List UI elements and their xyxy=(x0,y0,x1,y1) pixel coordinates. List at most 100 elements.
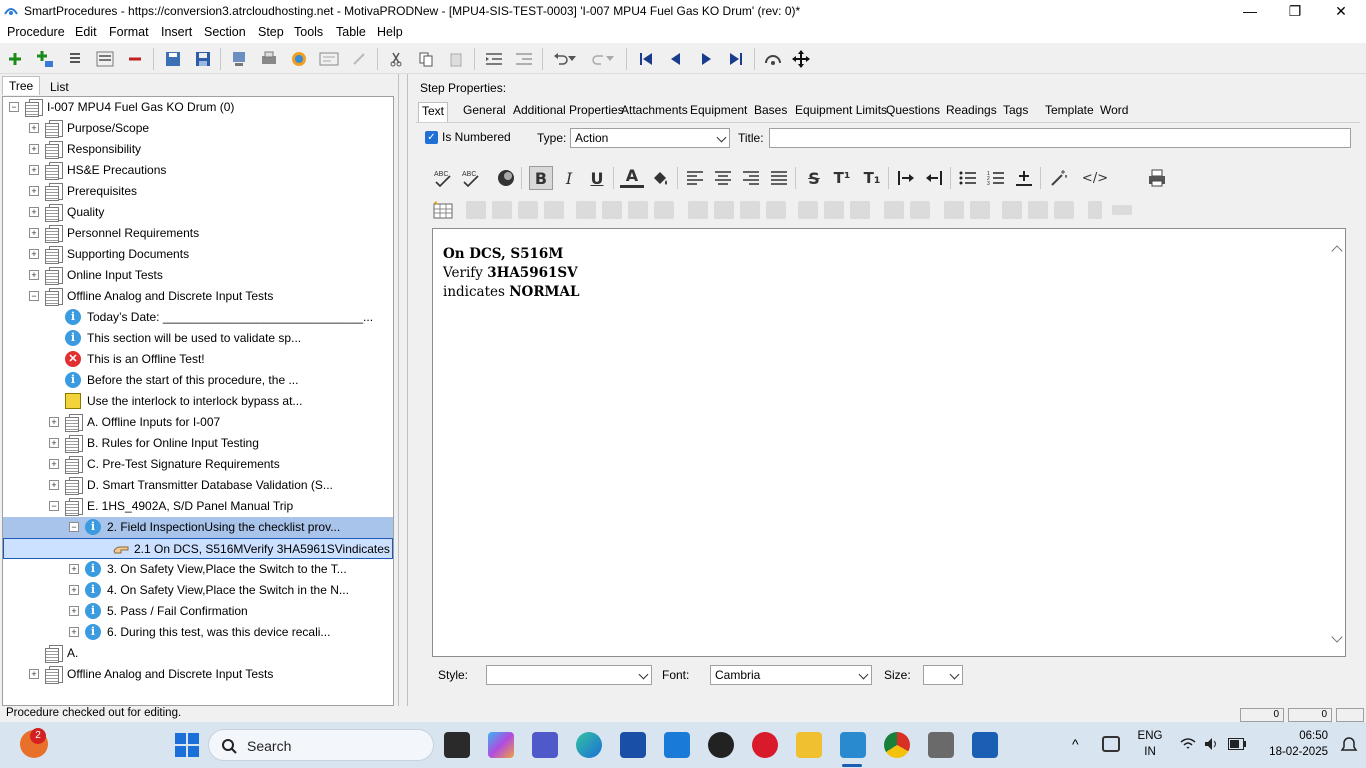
expand-icon[interactable]: + xyxy=(29,165,39,175)
tab-attachments[interactable]: Attachments xyxy=(618,102,691,118)
menu-tools[interactable]: Tools xyxy=(294,25,323,39)
step-text-editor[interactable]: On DCS, S516M Verify 3HA5961SV indicates… xyxy=(432,228,1346,657)
tab-bases[interactable]: Bases xyxy=(751,102,790,118)
expand-icon[interactable]: + xyxy=(69,564,79,574)
underline-button[interactable]: U xyxy=(585,166,609,190)
redo-dropdown-icon[interactable] xyxy=(604,48,616,70)
tree-item[interactable]: ✕ This is an Offline Test! xyxy=(3,349,393,370)
italic-button[interactable]: I xyxy=(557,166,581,190)
is-numbered-checkbox[interactable]: ✓ xyxy=(425,131,438,144)
tab-equipment-limits[interactable]: Equipment Limits xyxy=(792,102,890,118)
tab-text[interactable]: Text xyxy=(418,102,449,122)
copilot-icon[interactable] xyxy=(488,732,514,758)
tab-word[interactable]: Word xyxy=(1097,102,1131,118)
expand-icon[interactable]: + xyxy=(29,123,39,133)
menu-format[interactable]: Format xyxy=(109,25,149,39)
tab-list[interactable]: List xyxy=(44,78,75,96)
delete-icon[interactable] xyxy=(124,48,146,70)
store-icon[interactable] xyxy=(620,732,646,758)
add-child-icon[interactable] xyxy=(34,48,56,70)
collapse-icon[interactable]: − xyxy=(29,291,39,301)
spellcheck-auto-icon[interactable]: ABC xyxy=(459,166,483,190)
previous-record-icon[interactable] xyxy=(665,48,687,70)
tree-item[interactable]: + C. Pre-Test Signature Requirements xyxy=(3,454,393,475)
table-tool-icon[interactable] xyxy=(944,201,964,219)
table-tool-icon[interactable] xyxy=(1088,201,1102,219)
tab-readings[interactable]: Readings xyxy=(943,102,1000,118)
table-tool-icon[interactable] xyxy=(466,201,486,219)
expand-icon[interactable]: + xyxy=(29,228,39,238)
chevron-up-icon[interactable]: ^ xyxy=(1072,736,1079,752)
tree-item[interactable]: + i 3. On Safety View,Place the Switch to … xyxy=(3,559,393,580)
teams-icon[interactable] xyxy=(532,732,558,758)
tree-item[interactable]: + Online Input Tests xyxy=(3,265,393,286)
tree-item[interactable]: + i 4. On Safety View,Place the Switch in … xyxy=(3,580,393,601)
tree-item[interactable]: + Offline Analog and Discrete Input Tests xyxy=(3,664,393,685)
word-icon[interactable] xyxy=(972,732,998,758)
table-tool-icon[interactable] xyxy=(910,201,930,219)
file-explorer-icon[interactable] xyxy=(796,732,822,758)
decrease-indent-icon[interactable] xyxy=(922,166,946,190)
undo-dropdown-icon[interactable] xyxy=(566,48,578,70)
scroll-down-icon[interactable] xyxy=(1331,631,1343,643)
language-code[interactable]: ENG xyxy=(1136,730,1164,742)
power-automate-icon[interactable] xyxy=(664,732,690,758)
image-icon[interactable] xyxy=(318,48,340,70)
table-tool-icon[interactable] xyxy=(970,201,990,219)
bold-button[interactable]: B xyxy=(529,166,553,190)
table-tool-icon[interactable] xyxy=(602,201,622,219)
collapse-icon[interactable]: − xyxy=(69,522,79,532)
expand-icon[interactable]: + xyxy=(29,669,39,679)
tab-questions[interactable]: Questions xyxy=(883,102,943,118)
type-select[interactable]: Action xyxy=(570,128,730,148)
table-tool-icon[interactable] xyxy=(576,201,596,219)
table-tool-icon[interactable] xyxy=(1028,201,1048,219)
expand-icon[interactable]: + xyxy=(29,186,39,196)
table-tool-icon[interactable] xyxy=(714,201,734,219)
collapse-icon[interactable]: − xyxy=(9,102,19,112)
tree-item[interactable]: + B. Rules for Online Input Testing xyxy=(3,433,393,454)
expand-icon[interactable]: + xyxy=(29,207,39,217)
outdent-icon[interactable] xyxy=(513,48,535,70)
paste-icon[interactable] xyxy=(445,48,467,70)
save-all-icon[interactable] xyxy=(162,48,184,70)
clock-time[interactable]: 06:50 xyxy=(1258,730,1328,742)
tab-template[interactable]: Template xyxy=(1042,102,1097,118)
notification-bell-icon[interactable] xyxy=(1340,736,1358,754)
tree-item[interactable]: + Prerequisites xyxy=(3,181,393,202)
table-tool-icon[interactable] xyxy=(766,201,786,219)
tree-item[interactable]: − I-007 MPU4 Fuel Gas KO Drum (0) xyxy=(3,97,393,118)
menu-section[interactable]: Section xyxy=(204,25,246,39)
table-tool-icon[interactable] xyxy=(688,201,708,219)
font-color-button[interactable]: A xyxy=(620,166,644,188)
add-icon[interactable] xyxy=(4,48,26,70)
table-tool-icon[interactable] xyxy=(884,201,904,219)
tree-item[interactable]: − i 2. Field InspectionUsing the checklist… xyxy=(3,517,393,538)
collapse-icon[interactable]: − xyxy=(49,501,59,511)
tree-item[interactable]: + i 6. During this test, was this device r… xyxy=(3,622,393,643)
print-preview-icon[interactable] xyxy=(1145,166,1169,190)
next-record-icon[interactable] xyxy=(695,48,717,70)
outline-alt-icon[interactable] xyxy=(94,48,116,70)
tree-item[interactable]: i Today’s Date: _________________________… xyxy=(3,307,393,328)
table-tool-icon[interactable] xyxy=(1054,201,1074,219)
align-center-icon[interactable] xyxy=(711,166,735,190)
copy-icon[interactable] xyxy=(415,48,437,70)
minimize-button[interactable]: — xyxy=(1227,0,1273,23)
print-icon[interactable] xyxy=(258,48,280,70)
indent-icon[interactable] xyxy=(483,48,505,70)
tree-item[interactable]: Use the interlock to interlock bypass at… xyxy=(3,391,393,412)
magic-wand-icon[interactable] xyxy=(1047,166,1071,190)
tree-item[interactable]: A. xyxy=(3,643,393,664)
tree-item[interactable]: + Responsibility xyxy=(3,139,393,160)
export-icon[interactable] xyxy=(228,48,250,70)
find-icon[interactable] xyxy=(762,48,784,70)
table-tool-icon[interactable] xyxy=(628,201,648,219)
chrome-icon[interactable] xyxy=(884,732,910,758)
tree-item[interactable]: + A. Offline Inputs for I-007 xyxy=(3,412,393,433)
size-select[interactable] xyxy=(923,665,963,685)
expand-icon[interactable]: + xyxy=(29,249,39,259)
outline-icon[interactable] xyxy=(64,48,86,70)
expand-icon[interactable]: + xyxy=(69,585,79,595)
windows-start-icon[interactable] xyxy=(175,733,199,757)
